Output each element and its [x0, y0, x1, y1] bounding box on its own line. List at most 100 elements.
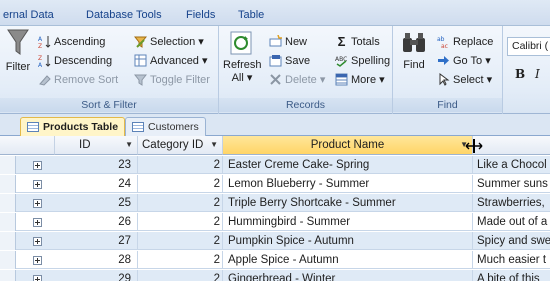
- dropdown-arrow-icon[interactable]: ▼: [210, 140, 218, 149]
- cell-id[interactable]: 26: [55, 213, 138, 231]
- cell-description[interactable]: Summer suns: [473, 175, 550, 193]
- cell-product-name[interactable]: Hummingbird - Summer: [223, 213, 473, 231]
- cell-description[interactable]: Much easier t: [473, 251, 550, 269]
- tab-fields[interactable]: Fields: [186, 9, 215, 21]
- expand-plus-icon[interactable]: [33, 199, 42, 208]
- tab-database-tools[interactable]: Database Tools: [86, 9, 162, 21]
- row-selector[interactable]: [0, 156, 16, 174]
- funnel-icon: [7, 29, 29, 55]
- cell-category-id[interactable]: 2: [138, 156, 223, 174]
- cell-id[interactable]: 24: [55, 175, 138, 193]
- font-name-select[interactable]: Calibri (: [507, 37, 550, 56]
- cell-id[interactable]: 29: [55, 270, 138, 281]
- find-button[interactable]: Find: [397, 30, 431, 71]
- svg-text:ac: ac: [441, 43, 448, 48]
- row-selector[interactable]: [0, 175, 16, 193]
- goto-label: Go To ▾: [453, 55, 491, 67]
- select-button[interactable]: Select ▾: [437, 73, 492, 86]
- table-row[interactable]: 23 2 Easter Creme Cake- Spring Like a Choco…: [0, 156, 550, 174]
- find-label: Find: [403, 59, 425, 71]
- svg-text:Z: Z: [38, 55, 42, 62]
- more-button[interactable]: More ▾: [335, 73, 385, 86]
- descending-label: Descending: [54, 54, 113, 67]
- row-selector[interactable]: [0, 232, 16, 250]
- advanced-button[interactable]: Advanced ▾: [134, 54, 208, 67]
- new-record-button[interactable]: New: [269, 34, 307, 48]
- cell-product-name[interactable]: Apple Spice - Autumn: [223, 251, 473, 269]
- cell-product-name[interactable]: Easter Creme Cake- Spring: [223, 156, 473, 174]
- row-selector[interactable]: [0, 213, 16, 231]
- tab-external-data[interactable]: ernal Data: [3, 9, 54, 21]
- tab-products-table[interactable]: Products Table: [20, 117, 126, 136]
- toggle-filter-button[interactable]: Toggle Filter: [133, 73, 210, 86]
- descending-button[interactable]: ZA Descending: [38, 54, 113, 70]
- selection-button[interactable]: Selection ▾: [133, 35, 204, 48]
- save-record-button[interactable]: Save: [269, 54, 310, 67]
- dropdown-arrow-icon[interactable]: ▼: [125, 140, 133, 149]
- table-row[interactable]: 29 2 Gingerbread - Winter A bite of this: [0, 270, 550, 281]
- cell-description[interactable]: Strawberries,: [473, 194, 550, 212]
- cell-product-name[interactable]: Gingerbread - Winter: [223, 270, 473, 281]
- cell-description[interactable]: Spicy and swe: [473, 232, 550, 250]
- cell-id[interactable]: 28: [55, 251, 138, 269]
- cell-description[interactable]: A bite of this: [473, 270, 550, 281]
- column-header-category-id[interactable]: Category ID ▼: [138, 136, 223, 155]
- delete-record-button[interactable]: Delete ▾: [269, 73, 325, 86]
- column-header-description[interactable]: [473, 136, 550, 155]
- spelling-button[interactable]: ABC Spelling: [335, 54, 390, 67]
- refresh-label: Refresh: [223, 59, 262, 71]
- table-icon: [132, 122, 144, 132]
- table-row[interactable]: 24 2 Lemon Blueberry - Summer Summer suns: [0, 175, 550, 193]
- table-row[interactable]: 27 2 Pumpkin Spice - Autumn Spicy and swe: [0, 232, 550, 250]
- expand-plus-icon[interactable]: [33, 161, 42, 170]
- filter-button[interactable]: Filter: [2, 28, 34, 73]
- cell-category-id[interactable]: 2: [138, 194, 223, 212]
- cell-category-id[interactable]: 2: [138, 232, 223, 250]
- cell-product-name[interactable]: Triple Berry Shortcake - Summer: [223, 194, 473, 212]
- remove-sort-button[interactable]: Remove Sort: [38, 73, 118, 86]
- records-group: Refresh All ▾ New Save Delete ▾ Σ Totals…: [219, 26, 393, 114]
- column-header-product-name[interactable]: Product Name ▼: [223, 136, 473, 155]
- row-selector[interactable]: [0, 251, 16, 269]
- cell-category-id[interactable]: 2: [138, 270, 223, 281]
- cell-id[interactable]: 27: [55, 232, 138, 250]
- cell-description[interactable]: Like a Chocol: [473, 156, 550, 174]
- cell-id[interactable]: 25: [55, 194, 138, 212]
- cell-product-name[interactable]: Pumpkin Spice - Autumn: [223, 232, 473, 250]
- table-row[interactable]: 25 2 Triple Berry Shortcake - Summer Strawb…: [0, 194, 550, 212]
- tab-customers[interactable]: Customers: [125, 117, 206, 136]
- select-all-corner[interactable]: [0, 136, 55, 155]
- table-row[interactable]: 26 2 Hummingbird - Summer Made out of a: [0, 213, 550, 231]
- italic-button[interactable]: I: [535, 67, 540, 81]
- expand-plus-icon[interactable]: [33, 218, 42, 227]
- selection-filter-icon: [133, 35, 148, 48]
- expand-plus-icon[interactable]: [33, 180, 42, 189]
- cell-product-name[interactable]: Lemon Blueberry - Summer: [223, 175, 473, 193]
- column-header-id[interactable]: ID ▼: [55, 136, 138, 155]
- more-table-icon: [335, 73, 348, 86]
- cell-category-id[interactable]: 2: [138, 213, 223, 231]
- bold-button[interactable]: B: [515, 67, 525, 81]
- table-row[interactable]: 28 2 Apple Spice - Autumn Much easier t: [0, 251, 550, 269]
- toggle-filter-icon: [133, 73, 148, 86]
- replace-button[interactable]: ab ac Replace: [437, 35, 493, 51]
- cell-description[interactable]: Made out of a: [473, 213, 550, 231]
- svg-text:Z: Z: [38, 43, 42, 48]
- goto-button[interactable]: Go To ▾: [437, 54, 491, 67]
- sort-filter-group-label: Sort & Filter: [0, 98, 218, 112]
- expand-plus-icon[interactable]: [33, 275, 42, 281]
- ascending-button[interactable]: AZ Ascending: [38, 35, 105, 51]
- row-selector[interactable]: [0, 194, 16, 212]
- expand-plus-icon[interactable]: [33, 237, 42, 246]
- row-selector[interactable]: [0, 270, 16, 281]
- totals-button[interactable]: Σ Totals: [335, 35, 380, 48]
- sort-filter-group: Filter AZ Ascending ZA Descending Remove…: [0, 26, 219, 114]
- tab-table[interactable]: Table: [238, 9, 264, 21]
- more-label: More ▾: [351, 74, 385, 86]
- cell-category-id[interactable]: 2: [138, 251, 223, 269]
- cell-id[interactable]: 23: [55, 156, 138, 174]
- document-tab-bar: Products Table Customers: [0, 114, 550, 136]
- expand-plus-icon[interactable]: [33, 256, 42, 265]
- cell-category-id[interactable]: 2: [138, 175, 223, 193]
- refresh-all-button[interactable]: Refresh All ▾: [223, 30, 262, 84]
